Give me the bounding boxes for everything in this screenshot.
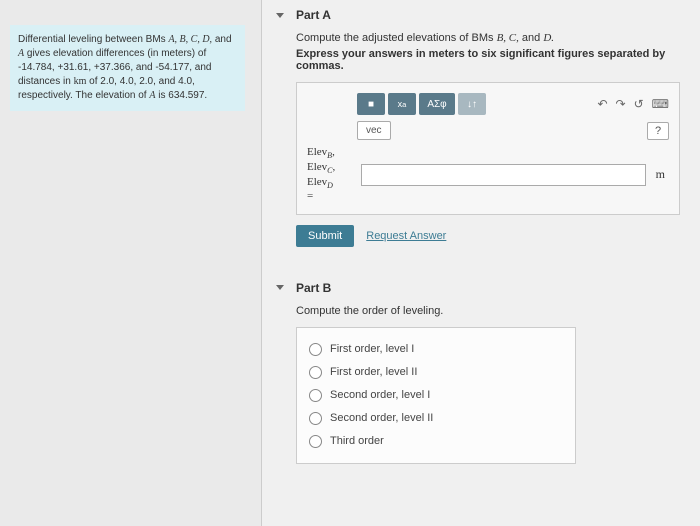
options-box: First order, level I First order, level … xyxy=(296,327,576,464)
caret-down-icon xyxy=(276,285,284,290)
arrows-button[interactable]: ↓↑ xyxy=(458,93,486,115)
part-a-instruction: Express your answers in meters to six si… xyxy=(296,48,680,72)
radio-icon[interactable] xyxy=(309,343,322,356)
help-button[interactable]: ? xyxy=(647,122,669,140)
text: Differential leveling between BMs xyxy=(18,34,168,45)
option-label: First order, level I xyxy=(330,343,414,355)
option-label: First order, level II xyxy=(330,366,417,378)
text: and xyxy=(212,34,231,45)
radio-icon[interactable] xyxy=(309,435,322,448)
option-first-ii[interactable]: First order, level II xyxy=(309,361,563,384)
option-label: Third order xyxy=(330,435,384,447)
option-second-i[interactable]: Second order, level I xyxy=(309,384,563,407)
redo-icon[interactable]: ↷ xyxy=(616,97,626,111)
answer-input[interactable] xyxy=(361,164,646,186)
unit-label: m xyxy=(652,167,669,182)
undo-icon[interactable]: ↶ xyxy=(597,97,607,111)
text: is 634.597. xyxy=(155,90,207,101)
km-unit: km xyxy=(74,76,87,87)
part-a-header[interactable]: Part A xyxy=(262,0,700,30)
radio-icon[interactable] xyxy=(309,412,322,425)
bms: B, C, xyxy=(497,32,519,44)
reset-icon[interactable]: ↺ xyxy=(634,97,644,111)
option-label: Second order, level I xyxy=(330,389,430,401)
option-label: Second order, level II xyxy=(330,412,433,424)
option-second-ii[interactable]: Second order, level II xyxy=(309,407,563,430)
caret-down-icon xyxy=(276,13,284,18)
submit-button[interactable]: Submit xyxy=(296,225,354,247)
bm-list: A, B, C, D, xyxy=(168,34,212,45)
radio-icon[interactable] xyxy=(309,366,322,379)
keyboard-icon[interactable]: ⌨ xyxy=(652,97,669,111)
part-b-title: Part B xyxy=(296,281,331,295)
part-a-title: Part A xyxy=(296,8,331,22)
part-a-prompt: Compute the adjusted elevations of BMs B… xyxy=(296,32,680,44)
root-button[interactable]: xa xyxy=(388,93,416,115)
part-b-prompt: Compute the order of leveling. xyxy=(296,305,680,317)
text: and xyxy=(519,32,543,44)
request-answer-link[interactable]: Request Answer xyxy=(366,230,446,242)
bm-d: D. xyxy=(543,32,554,44)
greek-button[interactable]: ΑΣφ xyxy=(419,93,455,115)
problem-statement: Differential leveling between BMs A, B, … xyxy=(10,25,245,111)
answer-box: ■ xa ΑΣφ ↓↑ ↶ ↷ ↺ ⌨ vec ? xyxy=(296,82,680,215)
part-b-header[interactable]: Part B xyxy=(262,273,700,303)
radio-icon[interactable] xyxy=(309,389,322,402)
vec-button[interactable]: vec xyxy=(357,121,391,140)
option-first-i[interactable]: First order, level I xyxy=(309,338,563,361)
template-button[interactable]: ■ xyxy=(357,93,385,115)
equation-toolbar: ■ xa ΑΣφ ↓↑ xyxy=(357,93,486,115)
option-third[interactable]: Third order xyxy=(309,430,563,453)
text: Compute the adjusted elevations of BMs xyxy=(296,32,497,44)
answer-labels: ElevB, ElevC, ElevD = xyxy=(307,146,355,204)
